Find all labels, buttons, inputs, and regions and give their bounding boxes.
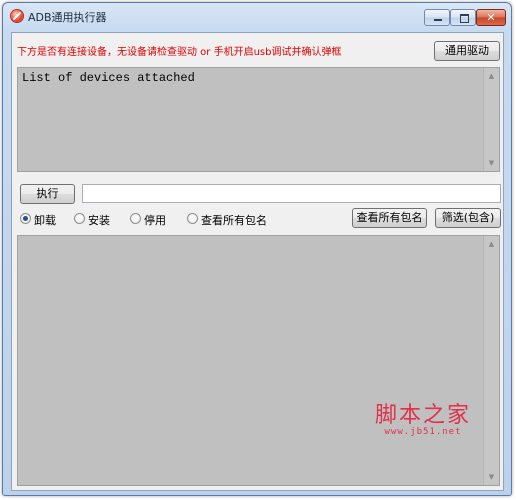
radio-unchecked-icon[interactable] — [74, 213, 85, 224]
scroll-down-icon[interactable]: ▼ — [484, 155, 499, 171]
radio-view-all-label: 查看所有包名 — [201, 214, 267, 227]
close-button[interactable]: ✕ — [476, 9, 506, 26]
radio-unchecked-icon[interactable] — [130, 213, 141, 224]
device-output-text: List of devices attached — [22, 71, 195, 85]
radio-uninstall[interactable]: 卸载 — [20, 211, 60, 227]
filter-contains-button[interactable]: 筛选(包含) — [435, 208, 501, 228]
radio-install[interactable]: 安装 — [74, 211, 114, 227]
close-icon: ✕ — [486, 11, 496, 24]
window-title: ADB通用执行器 — [28, 11, 107, 24]
watermark-url-text: www.jb51.net — [384, 427, 462, 437]
radio-disable[interactable]: 停用 — [130, 211, 170, 227]
result-output-scrollbar[interactable]: ▲ ▼ — [483, 236, 499, 485]
maximize-icon — [460, 14, 469, 23]
install-driver-button[interactable]: 通用驱动 — [434, 41, 500, 61]
site-watermark: 脚本之家 www.jb51.net — [363, 397, 483, 447]
title-bar[interactable]: ADB通用执行器 ✕ — [3, 3, 511, 30]
execute-button[interactable]: 执行 — [20, 184, 75, 204]
app-window: ADB通用执行器 ✕ 下方是否有连接设备，无设备请检查驱动 or 手机开启usb… — [2, 2, 512, 496]
radio-checked-icon[interactable] — [20, 213, 31, 224]
result-output-area[interactable]: ▲ ▼ — [17, 235, 500, 486]
radio-install-label: 安装 — [88, 214, 110, 227]
device-hint-text: 下方是否有连接设备，无设备请检查驱动 or 手机开启usb调试并确认弹框 — [17, 47, 342, 58]
device-output-area[interactable]: List of devices attached ▲ ▼ — [17, 67, 500, 172]
scroll-up-icon[interactable]: ▲ — [484, 236, 499, 252]
view-all-packages-button[interactable]: 查看所有包名 — [352, 208, 427, 228]
minimize-button[interactable] — [424, 9, 450, 26]
radio-disable-label: 停用 — [144, 214, 166, 227]
maximize-button[interactable] — [450, 9, 476, 26]
radio-view-all[interactable]: 查看所有包名 — [187, 211, 277, 227]
watermark-main-text: 脚本之家 — [374, 403, 471, 428]
app-icon — [11, 10, 23, 22]
scroll-up-icon[interactable]: ▲ — [484, 68, 499, 84]
radio-unchecked-icon[interactable] — [187, 213, 198, 224]
scroll-down-icon[interactable]: ▼ — [484, 469, 499, 485]
radio-uninstall-label: 卸载 — [34, 214, 56, 227]
command-input[interactable] — [82, 184, 501, 203]
device-output-scrollbar[interactable]: ▲ ▼ — [483, 68, 499, 171]
minimize-icon — [434, 19, 442, 21]
